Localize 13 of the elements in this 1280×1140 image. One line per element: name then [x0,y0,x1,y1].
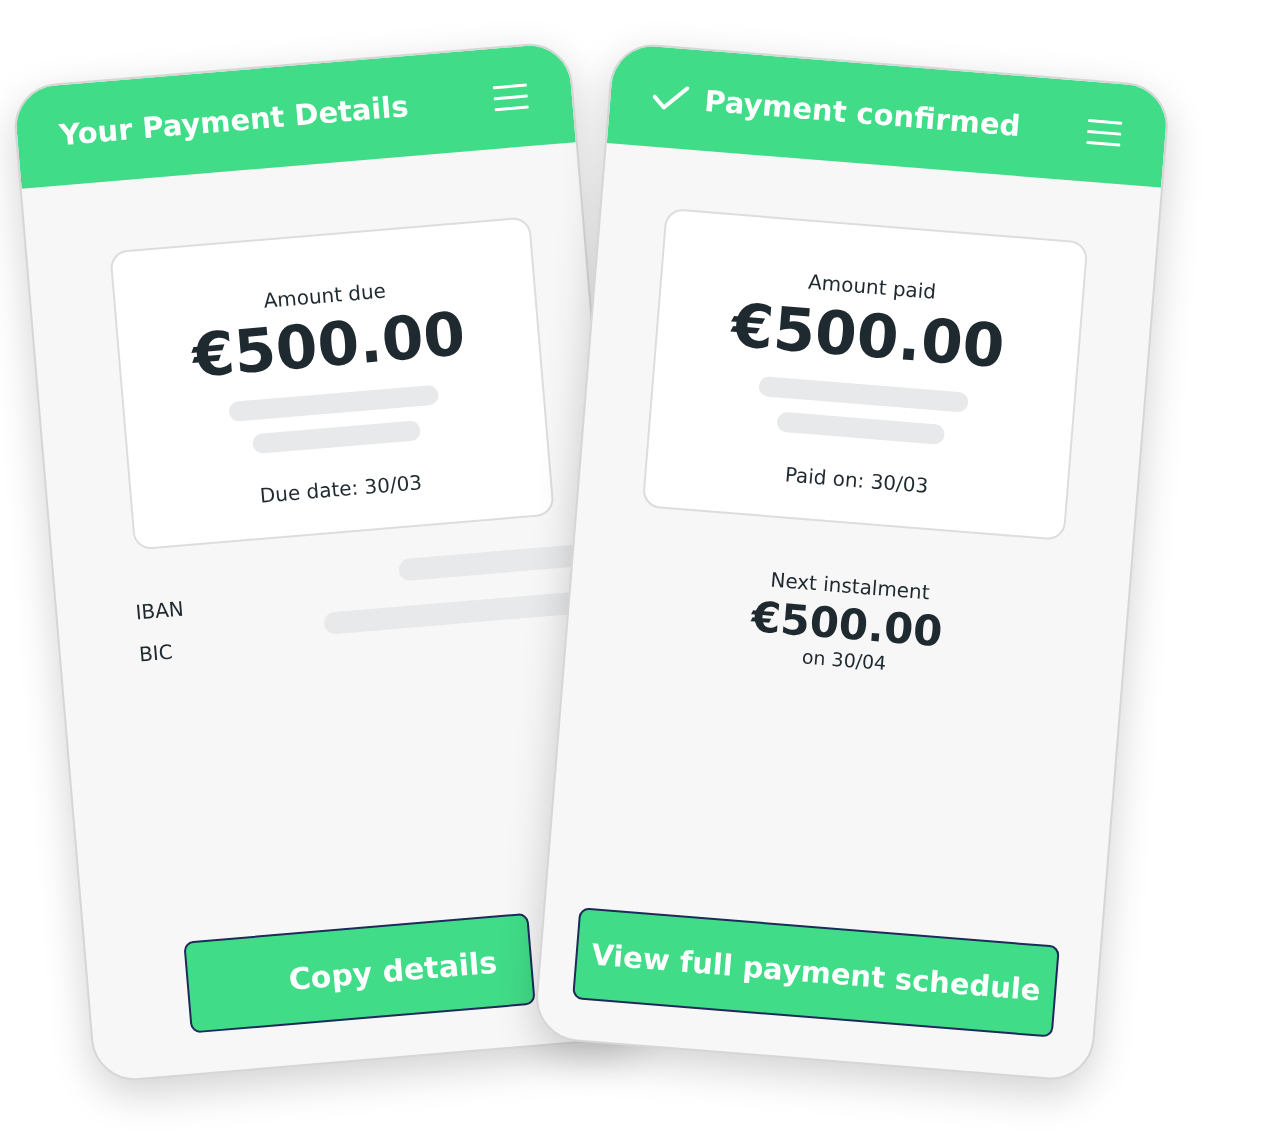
menu-icon[interactable] [1086,118,1123,148]
paid-date: Paid on: 30/03 [784,462,930,498]
menu-icon[interactable] [492,83,529,112]
field-label: BIC [138,638,175,667]
amount-label: Amount due [262,278,387,313]
view-schedule-button[interactable]: View full payment schedule [572,907,1060,1038]
screen-title: Your Payment Details [57,88,411,153]
next-instalment-date: on 30/04 [801,645,888,675]
field-label: IBAN [134,595,186,625]
screen-title: Payment confirmed [703,83,1023,146]
copy-details-button[interactable]: Copy details [183,912,536,1034]
amount-label: Amount paid [807,269,937,304]
due-date: Due date: 30/03 [258,470,423,508]
